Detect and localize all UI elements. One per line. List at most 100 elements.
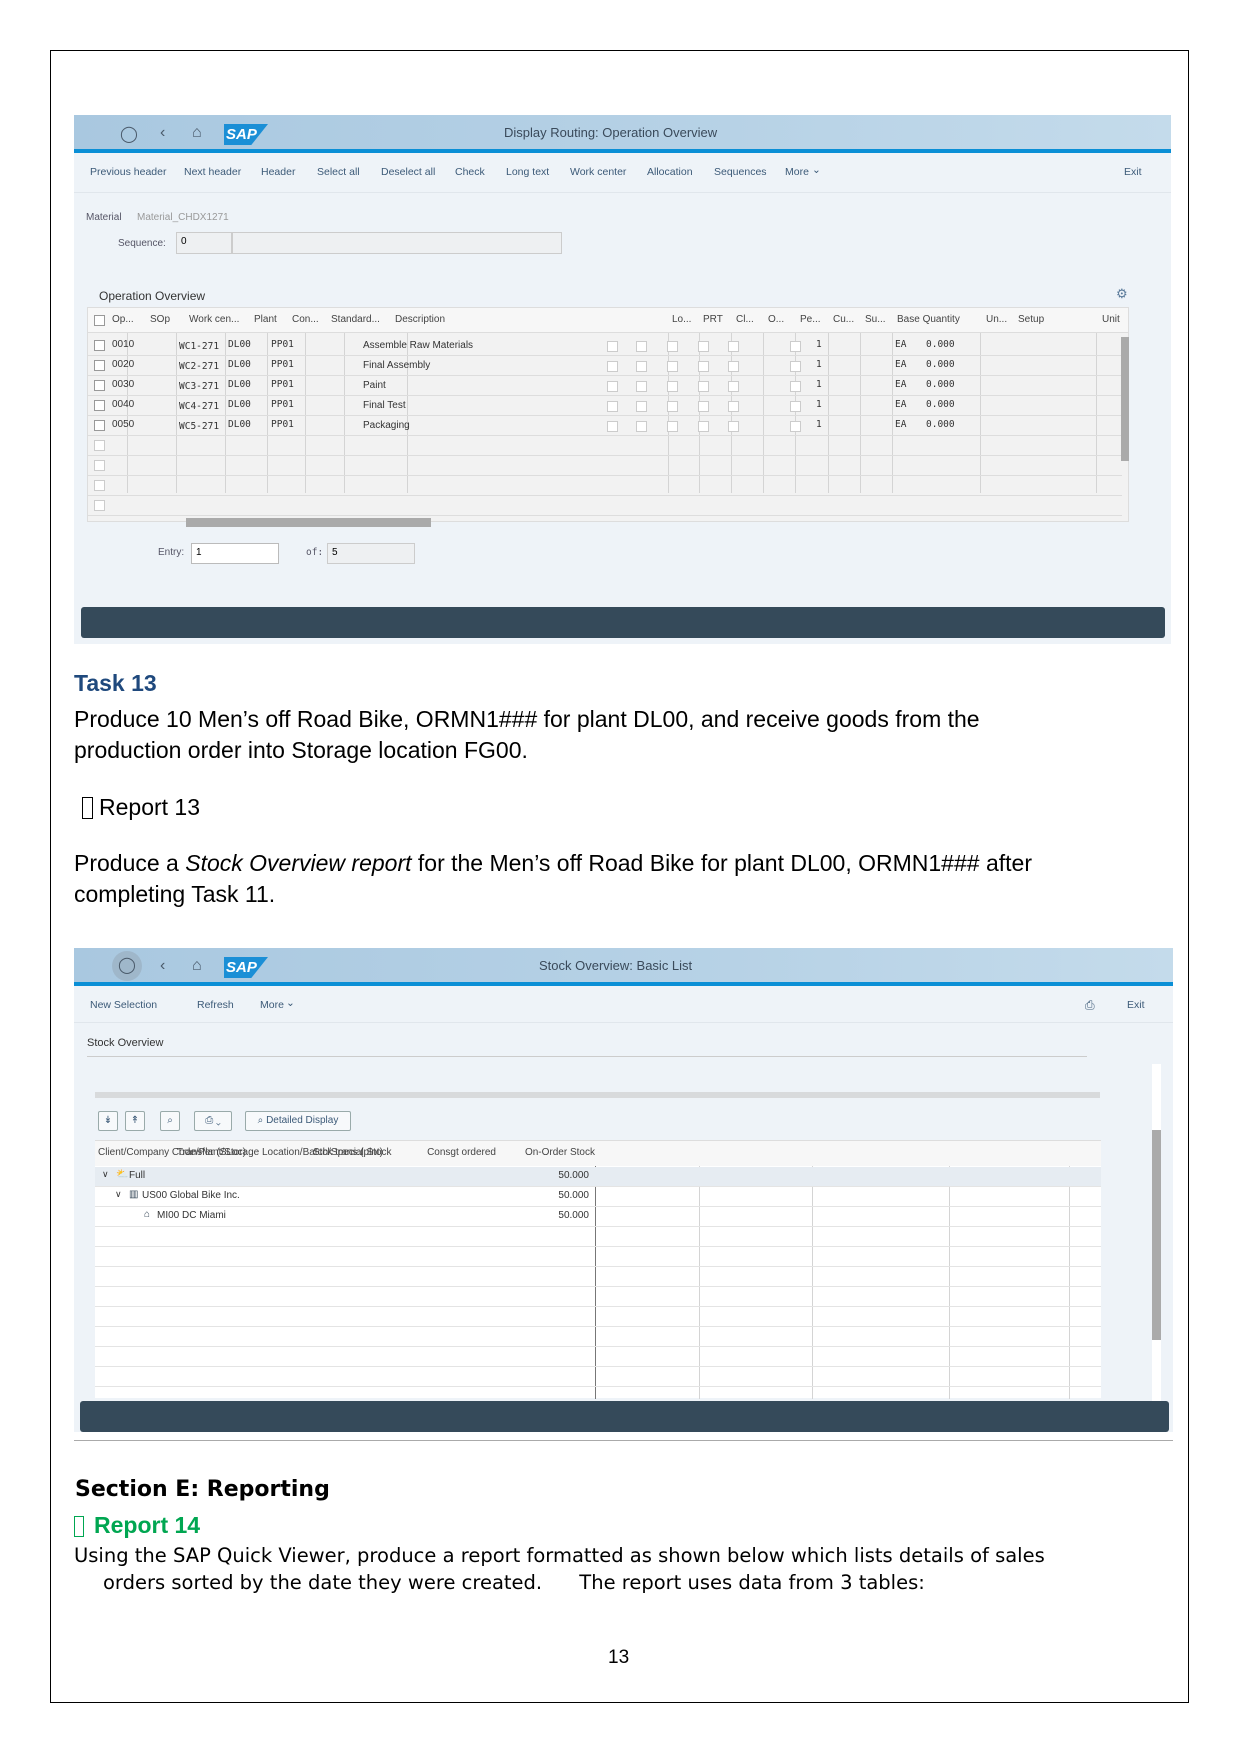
flag-checkbox[interactable]: [607, 361, 618, 372]
flag-checkbox[interactable]: [667, 361, 678, 372]
flag-checkbox[interactable]: [728, 401, 739, 412]
toolbar-long-text-button[interactable]: Long text: [506, 166, 549, 178]
row-checkbox[interactable]: [94, 460, 105, 471]
toolbar-new-selection-button[interactable]: New Selection: [90, 999, 157, 1011]
flag-checkbox[interactable]: [790, 421, 801, 432]
flag-checkbox[interactable]: [667, 381, 678, 392]
column-header[interactable]: SOp: [150, 314, 170, 325]
column-header[interactable]: Op...: [112, 314, 134, 325]
row-checkbox[interactable]: [94, 500, 105, 511]
flag-checkbox[interactable]: [790, 361, 801, 372]
row-checkbox[interactable]: [94, 340, 105, 351]
row-checkbox[interactable]: [94, 400, 105, 411]
expand-all-button[interactable]: ↡: [98, 1111, 118, 1131]
column-header[interactable]: Plant: [254, 314, 277, 325]
column-header[interactable]: Pe...: [800, 314, 821, 325]
exit-button[interactable]: Exit: [1124, 166, 1142, 178]
row-checkbox[interactable]: [94, 480, 105, 491]
column-header[interactable]: On-Order Stock: [525, 1147, 595, 1158]
flag-checkbox[interactable]: [698, 381, 709, 392]
row-checkbox[interactable]: [94, 380, 105, 391]
column-header[interactable]: Unit: [1102, 314, 1120, 325]
column-header[interactable]: Consgt ordered: [427, 1147, 496, 1158]
more-chevron-down-icon[interactable]: ⌄: [812, 164, 821, 176]
table-row[interactable]: [88, 498, 1122, 516]
flag-checkbox[interactable]: [607, 421, 618, 432]
column-header[interactable]: Stck trans.(plnt): [313, 1147, 383, 1158]
toolbar-header-button[interactable]: Header: [261, 166, 295, 178]
table-row[interactable]: [88, 438, 1122, 456]
flag-checkbox[interactable]: [636, 341, 647, 352]
print-icon[interactable]: ⎙: [1085, 998, 1095, 1013]
column-header[interactable]: Su...: [865, 314, 886, 325]
entry-field[interactable]: 1: [191, 543, 279, 564]
flag-checkbox[interactable]: [636, 401, 647, 412]
toolbar-deselect-all-button[interactable]: Deselect all: [381, 166, 435, 178]
user-icon[interactable]: ◯: [120, 124, 138, 144]
toolbar-allocation-button[interactable]: Allocation: [647, 166, 693, 178]
table-row[interactable]: 0010 WC1-271 DL00 PP01 Assemble Raw Material…: [88, 338, 1122, 356]
more-chevron-down-icon[interactable]: ⌄: [286, 997, 295, 1009]
column-header[interactable]: Transfer (SLoc): [177, 1147, 246, 1158]
expand-chevron-icon[interactable]: ∨: [102, 1169, 109, 1180]
column-header[interactable]: Cl...: [736, 314, 754, 325]
flag-checkbox[interactable]: [790, 381, 801, 392]
home-icon[interactable]: ⌂: [192, 957, 202, 975]
exit-button[interactable]: Exit: [1127, 999, 1145, 1011]
toolbar-refresh-button[interactable]: Refresh: [197, 999, 234, 1011]
select-all-checkbox[interactable]: [94, 315, 105, 326]
flag-checkbox[interactable]: [667, 401, 678, 412]
print-dropdown-button[interactable]: ⎙ ⌄: [194, 1111, 232, 1131]
toolbar-previous-header-button[interactable]: Previous header: [90, 166, 166, 178]
home-icon[interactable]: ⌂: [192, 124, 202, 142]
flag-checkbox[interactable]: [636, 361, 647, 372]
tree-row[interactable]: ⌂ MI00 DC Miami 50.000: [95, 1207, 1101, 1226]
back-icon[interactable]: ‹: [160, 124, 165, 142]
column-header[interactable]: Cu...: [833, 314, 854, 325]
toolbar-work-center-button[interactable]: Work center: [570, 166, 626, 178]
flag-checkbox[interactable]: [790, 341, 801, 352]
column-header[interactable]: Con...: [292, 314, 319, 325]
flag-checkbox[interactable]: [667, 421, 678, 432]
table-row[interactable]: 0030 WC3-271 DL00 PP01 Paint 1 EA 0.000: [88, 378, 1122, 396]
column-header[interactable]: Work cen...: [189, 314, 239, 325]
flag-checkbox[interactable]: [728, 381, 739, 392]
table-row[interactable]: 0040 WC4-271 DL00 PP01 Final Test 1 EA 0.000: [88, 398, 1122, 416]
flag-checkbox[interactable]: [607, 341, 618, 352]
sequence-field[interactable]: 0: [176, 232, 232, 254]
column-header[interactable]: O...: [768, 314, 784, 325]
flag-checkbox[interactable]: [636, 381, 647, 392]
flag-checkbox[interactable]: [607, 401, 618, 412]
flag-checkbox[interactable]: [698, 361, 709, 372]
flag-checkbox[interactable]: [790, 401, 801, 412]
column-header[interactable]: Un...: [986, 314, 1007, 325]
column-header[interactable]: Description: [395, 314, 445, 325]
table-row[interactable]: [88, 458, 1122, 476]
detailed-display-button[interactable]: ⌕ Detailed Display: [245, 1111, 351, 1131]
row-checkbox[interactable]: [94, 360, 105, 371]
column-header[interactable]: Setup: [1018, 314, 1044, 325]
flag-checkbox[interactable]: [728, 341, 739, 352]
row-checkbox[interactable]: [94, 420, 105, 431]
table-row[interactable]: 0050 WC5-271 DL00 PP01 Packaging 1 EA 0.000: [88, 418, 1122, 436]
flag-checkbox[interactable]: [698, 341, 709, 352]
toolbar-more-button[interactable]: More: [260, 999, 284, 1011]
back-icon[interactable]: ‹: [160, 957, 165, 975]
expand-chevron-icon[interactable]: ∨: [115, 1189, 122, 1200]
splitter-bar[interactable]: [95, 1092, 1100, 1098]
flag-checkbox[interactable]: [698, 401, 709, 412]
settings-gear-icon[interactable]: ⚙: [1116, 286, 1128, 302]
tree-row[interactable]: ∨ ⛅ Full 50.000: [95, 1167, 1101, 1186]
flag-checkbox[interactable]: [698, 421, 709, 432]
flag-checkbox[interactable]: [607, 381, 618, 392]
toolbar-check-button[interactable]: Check: [455, 166, 485, 178]
vertical-scrollbar-thumb[interactable]: [1152, 1130, 1161, 1340]
vertical-scrollbar[interactable]: [1121, 337, 1129, 461]
toolbar-next-header-button[interactable]: Next header: [184, 166, 241, 178]
table-row[interactable]: [88, 478, 1122, 496]
column-header[interactable]: Standard...: [331, 314, 380, 325]
toolbar-sequences-button[interactable]: Sequences: [714, 166, 767, 178]
flag-checkbox[interactable]: [728, 361, 739, 372]
collapse-all-button[interactable]: ↟: [125, 1111, 145, 1131]
column-header[interactable]: Base Quantity: [897, 314, 960, 325]
